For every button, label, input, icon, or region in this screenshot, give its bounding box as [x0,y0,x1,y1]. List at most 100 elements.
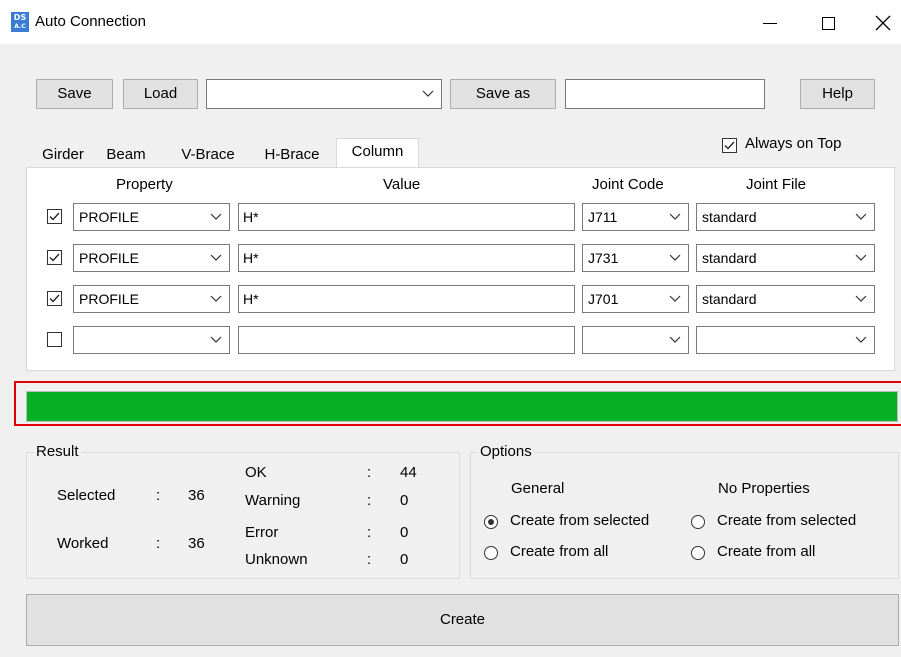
chevron-down-icon [855,204,869,230]
tab-h-brace-label: H-Brace [264,146,320,163]
row-2-checkbox[interactable] [47,250,62,265]
row-3-joint-file-dropdown[interactable]: standard [696,285,875,313]
error-value: 0 [400,524,409,541]
row-1-joint-file-value: standard [702,209,757,225]
noprop-create-from-selected-radio[interactable] [691,515,705,529]
general-create-from-selected-radio[interactable] [484,515,498,529]
general-create-from-selected-label[interactable]: Create from selected [510,512,649,529]
radio-selected-dot [488,519,494,525]
minimize-button[interactable] [750,6,790,38]
save-as-button-label: Save as [475,85,531,102]
row-1-value-input[interactable]: H* [238,203,575,231]
checkmark-icon [49,294,60,303]
save-button-label: Save [57,85,92,102]
preset-dropdown[interactable] [206,79,442,109]
chevron-down-icon [210,204,224,230]
noprop-create-from-selected-label[interactable]: Create from selected [717,512,856,529]
checkmark-icon [49,253,60,262]
save-as-button[interactable]: Save as [450,79,556,109]
result-group-title: Result [34,443,81,460]
worked-label: Worked [57,535,109,552]
window-title: Auto Connection [35,13,146,30]
selected-label: Selected [57,487,116,504]
general-create-from-all-radio[interactable] [484,546,498,560]
options-group-title: Options [478,443,534,460]
row-2-joint-file-value: standard [702,250,757,266]
app-icon-text-bottom: A.C [14,23,26,30]
row-4-value-input[interactable] [238,326,575,354]
row-1-property-dropdown[interactable]: PROFILE [73,203,230,231]
noprop-create-from-all-radio[interactable] [691,546,705,560]
row-1-joint-code-dropdown[interactable]: J711 [582,203,689,231]
load-button[interactable]: Load [123,79,198,109]
unknown-label: Unknown [245,551,308,568]
row-1-joint-file-dropdown[interactable]: standard [696,203,875,231]
joint-file-column-header: Joint File [746,176,807,193]
help-button[interactable]: Help [800,79,875,109]
chevron-down-icon [210,286,224,312]
row-4-property-dropdown[interactable] [73,326,230,354]
joint-code-column-header: Joint Code [592,176,664,193]
row-3-property-value: PROFILE [79,291,139,307]
tab-beam-label: Beam [106,146,146,163]
tab-girder-label: Girder [42,146,84,163]
tab-v-brace-label: V-Brace [181,146,235,163]
result-group [26,452,460,579]
chevron-down-icon [669,327,683,353]
warning-label: Warning [245,492,301,509]
checkmark-icon [49,212,60,221]
unknown-colon: : [367,551,372,568]
chevron-down-icon [669,286,683,312]
tab-h-brace[interactable]: H-Brace [253,144,331,168]
row-2-joint-code-value: J731 [588,250,619,266]
row-1-property-value: PROFILE [79,209,139,225]
row-2-property-dropdown[interactable]: PROFILE [73,244,230,272]
tab-beam[interactable]: Beam [94,144,158,168]
general-heading: General [511,480,565,497]
row-2-property-value: PROFILE [79,250,139,266]
row-2-joint-code-dropdown[interactable]: J731 [582,244,689,272]
worked-colon: : [156,535,161,552]
worked-value: 36 [188,535,205,552]
save-button[interactable]: Save [36,79,113,109]
row-4-joint-code-dropdown[interactable] [582,326,689,354]
progress-fill [27,392,897,421]
row-3-checkbox[interactable] [47,291,62,306]
save-as-input[interactable] [565,79,765,109]
chevron-down-icon [855,245,869,271]
noprop-create-from-all-label[interactable]: Create from all [717,543,815,560]
ok-colon: : [367,464,372,481]
row-3-value-input[interactable]: H* [238,285,575,313]
tab-column[interactable]: Column [336,138,419,168]
checkmark-icon [724,141,735,150]
maximize-icon [821,16,835,30]
row-3-joint-code-value: J701 [588,291,619,307]
chevron-down-icon [210,327,224,353]
row-1-joint-code-value: J711 [588,209,618,225]
unknown-value: 0 [400,551,409,568]
always-on-top-label[interactable]: Always on Top [745,135,841,152]
row-2-value-text: H* [243,250,259,266]
row-3-property-dropdown[interactable]: PROFILE [73,285,230,313]
tab-girder[interactable]: Girder [37,144,89,168]
row-4-checkbox[interactable] [47,332,62,347]
row-3-joint-file-value: standard [702,291,757,307]
app-icon: DS A.C [11,12,29,32]
row-1-checkbox[interactable] [47,209,62,224]
progress-bar [26,391,898,422]
row-4-joint-file-dropdown[interactable] [696,326,875,354]
maximize-button[interactable] [808,6,848,38]
always-on-top-checkbox[interactable] [722,138,737,153]
row-2-joint-file-dropdown[interactable]: standard [696,244,875,272]
tab-v-brace[interactable]: V-Brace [170,144,246,168]
general-create-from-all-label[interactable]: Create from all [510,543,608,560]
create-button-label: Create [439,611,486,628]
create-button[interactable]: Create [26,594,899,646]
row-2-value-input[interactable]: H* [238,244,575,272]
close-button[interactable] [863,6,901,38]
no-properties-heading: No Properties [718,480,810,497]
app-icon-text-top: DS [13,13,27,22]
row-3-joint-code-dropdown[interactable]: J701 [582,285,689,313]
warning-value: 0 [400,492,409,509]
help-button-label: Help [822,85,853,102]
